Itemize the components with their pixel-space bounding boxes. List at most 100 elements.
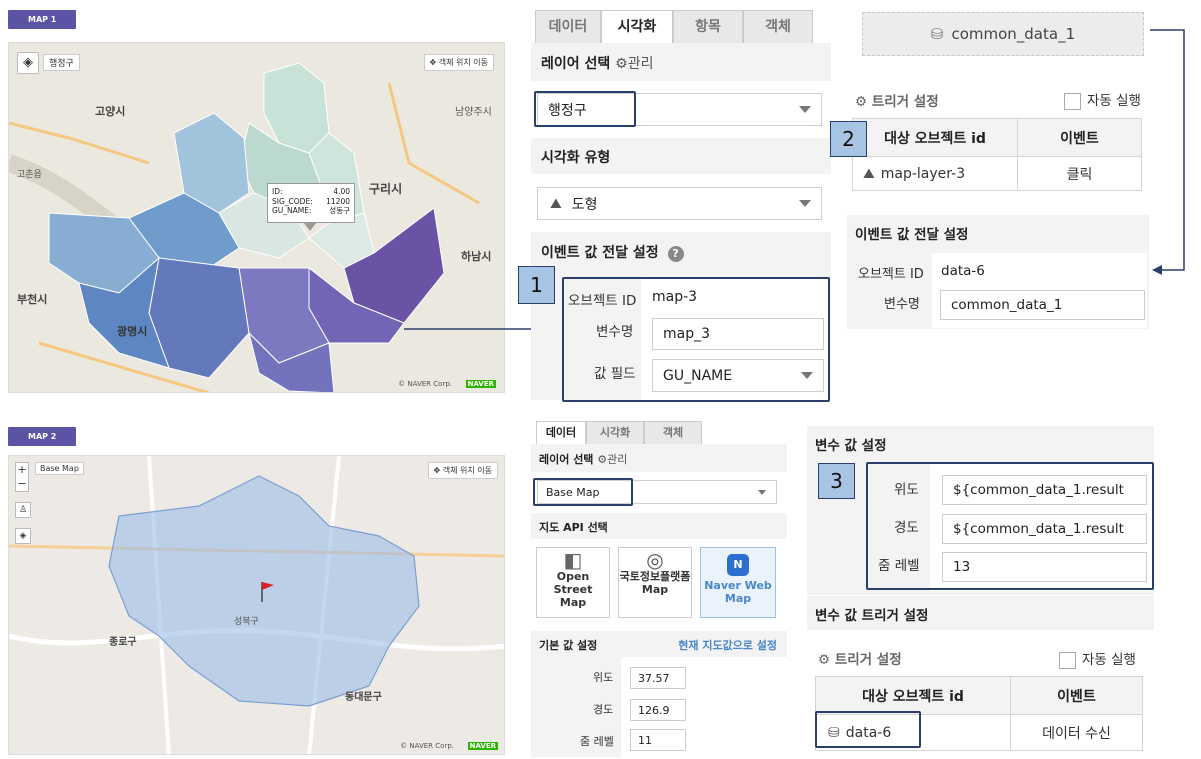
pass-var-input[interactable]: common_data_1	[940, 290, 1145, 320]
database-icon: ⛁	[930, 25, 944, 43]
vis-type-select[interactable]: ⛰ 도형	[537, 187, 822, 220]
api-ngii-label1: 국토정보플랫폼	[619, 570, 691, 583]
chevron-down-icon	[799, 106, 811, 113]
tab-visualization[interactable]: 시각화	[601, 10, 673, 44]
trigger-table: 대상 오브젝트 id 이벤트 ⛰ map-layer-3 클릭	[852, 118, 1142, 191]
data-source-chip[interactable]: ⛁ common_data_1	[862, 12, 1144, 56]
event-pass-header: 이벤트 값 전달 설정 ?	[531, 232, 831, 270]
callout-2: 2	[830, 121, 867, 157]
row-target-value: map-layer-3	[880, 165, 966, 182]
naver-logo: NAVER	[467, 742, 498, 750]
map1-move-button[interactable]: ✥ 객체 위치 이동	[423, 54, 494, 71]
map2-copyright: © NAVER Corp.	[400, 742, 454, 750]
set-current-link[interactable]: 현재 지도값으로 설정	[678, 637, 777, 653]
api-osm-label1: Open Street	[553, 570, 593, 596]
p4-trigger-label: 트리거 설정	[834, 652, 902, 668]
vis-type-header: 시각화 유형	[531, 138, 831, 174]
panel1-tabs: 데이터 시각화 항목 객체	[535, 10, 815, 44]
map2-move-label: 객체 위치 이동	[442, 466, 492, 475]
trigger-setting-label: 트리거 설정	[871, 94, 939, 110]
layers-icon[interactable]: ◈	[17, 52, 39, 74]
tab-objects[interactable]: 객체	[644, 421, 702, 445]
p3-zoom-label: 줌 레벨	[580, 735, 614, 748]
highlight-var-set	[866, 462, 1154, 590]
event-pass-title: 이벤트 값 전달 설정	[541, 245, 659, 261]
osm-icon: ◧	[563, 548, 583, 572]
trigger-setting: ⚙ 트리거 설정	[855, 94, 939, 110]
tab-visualization[interactable]: 시각화	[586, 421, 644, 445]
tooltip-id-label: ID:	[272, 187, 283, 196]
p3-manage-link[interactable]: ⚙관리	[597, 453, 627, 466]
manage-link[interactable]: ⚙관리	[615, 56, 653, 72]
layers-icon[interactable]: ◈	[15, 528, 31, 544]
highlight-data6	[815, 711, 921, 748]
row-event: 클릭	[1017, 156, 1142, 191]
data-source-name: common_data_1	[951, 25, 1076, 43]
api-naver-label1: Naver Web	[704, 579, 772, 592]
auto-run[interactable]: 자동 실행	[1064, 89, 1141, 110]
layer-select-header: 레이어 선택 ⚙관리	[531, 43, 831, 81]
pass-obj-label: 오브젝트 ID	[858, 267, 924, 282]
map1-move-label: 객체 위치 이동	[438, 58, 488, 67]
api-ngii-button[interactable]: ◎ 국토정보플랫폼 Map	[618, 547, 692, 618]
auto-run-label: 자동 실행	[1087, 93, 1141, 109]
p3-lng-input[interactable]: 126.9	[630, 699, 686, 721]
place-label: 부천시	[17, 293, 48, 306]
place-label: 구리시	[369, 182, 403, 196]
tooltip-name-value: 성동구	[329, 206, 350, 215]
p4-auto-run[interactable]: 자동 실행	[1059, 648, 1136, 669]
panel3-tabs: 데이터 시각화 객체	[536, 421, 706, 445]
api-header: 지도 API 선택	[531, 513, 787, 539]
map2-canvas	[9, 456, 504, 754]
feature-tooltip: ID: 4.00 SIG_CODE: 11200 GU_NAME: 성동구	[267, 183, 355, 223]
manage-label: 관리	[627, 56, 654, 72]
map1-copyright: © NAVER Corp.	[398, 380, 452, 388]
naver-logo: NAVER	[465, 380, 496, 388]
street-view-icon[interactable]: ♙	[15, 502, 31, 518]
zoom-in-icon[interactable]: +	[16, 463, 28, 477]
tooltip-code-label: SIG_CODE:	[272, 196, 313, 206]
highlight-event-pass	[562, 277, 830, 402]
tab-data[interactable]: 데이터	[536, 421, 586, 445]
callout-3: 3	[818, 463, 855, 499]
tab-objects[interactable]: 객체	[743, 10, 813, 44]
place-label: 동대문구	[345, 692, 382, 703]
p3-zoom-input[interactable]: 11	[630, 729, 686, 751]
p3-layer-header: 레이어 선택 ⚙관리	[531, 444, 787, 472]
tab-items[interactable]: 항목	[673, 10, 743, 44]
p4-trigger-setting: ⚙ 트리거 설정	[818, 652, 902, 668]
api-naver-button[interactable]: N Naver Web Map	[700, 547, 776, 618]
p4-auto-run-checkbox[interactable]	[1059, 651, 1076, 669]
p3-lng-label: 경도	[593, 703, 614, 716]
tooltip-pointer	[304, 223, 316, 231]
p3-lat-input[interactable]: 37.57	[630, 667, 686, 689]
help-icon[interactable]: ?	[667, 246, 684, 262]
default-title: 기본 값 설정	[539, 639, 598, 652]
pass-header: 이벤트 값 전달 설정	[847, 215, 1149, 249]
map2-layer-tag: Base Map	[35, 462, 84, 475]
tooltip-name-label: GU_NAME:	[272, 206, 312, 215]
var-set-header: 변수 값 설정	[807, 426, 1154, 460]
chevron-down-icon	[799, 200, 811, 207]
highlight-layer	[534, 91, 636, 127]
map2-badge: MAP 2	[8, 427, 77, 446]
p3-layer-title: 레이어 선택	[539, 453, 594, 466]
chevron-down-icon	[758, 489, 766, 495]
flag-marker-icon[interactable]	[260, 580, 276, 606]
tab-data[interactable]: 데이터	[535, 10, 601, 44]
p4-auto-run-label: 자동 실행	[1082, 652, 1136, 668]
vis-type-value: 도형	[571, 196, 598, 213]
p4-col-target-id: 대상 오브젝트 id	[815, 676, 1011, 715]
zoom-out-icon[interactable]: −	[16, 477, 28, 491]
place-label: 종로구	[109, 637, 137, 648]
map2-move-button[interactable]: ✥ 객체 위치 이동	[427, 462, 498, 479]
map2-view[interactable]: + − ♙ ◈ Base Map ✥ 객체 위치 이동 종로구 성북구 동대문구 …	[8, 455, 505, 755]
map1-badge: MAP 1	[8, 10, 77, 29]
auto-run-checkbox[interactable]	[1064, 92, 1081, 110]
table-row[interactable]: ⛰ map-layer-3 클릭	[852, 156, 1142, 191]
api-osm-button[interactable]: ◧ Open Street Map	[536, 547, 610, 618]
naver-map-icon: N	[727, 554, 749, 576]
p4-col-event: 이벤트	[1010, 676, 1143, 715]
highlight-p3-layer	[533, 478, 633, 506]
p4-row-event: 데이터 수신	[1010, 714, 1143, 751]
